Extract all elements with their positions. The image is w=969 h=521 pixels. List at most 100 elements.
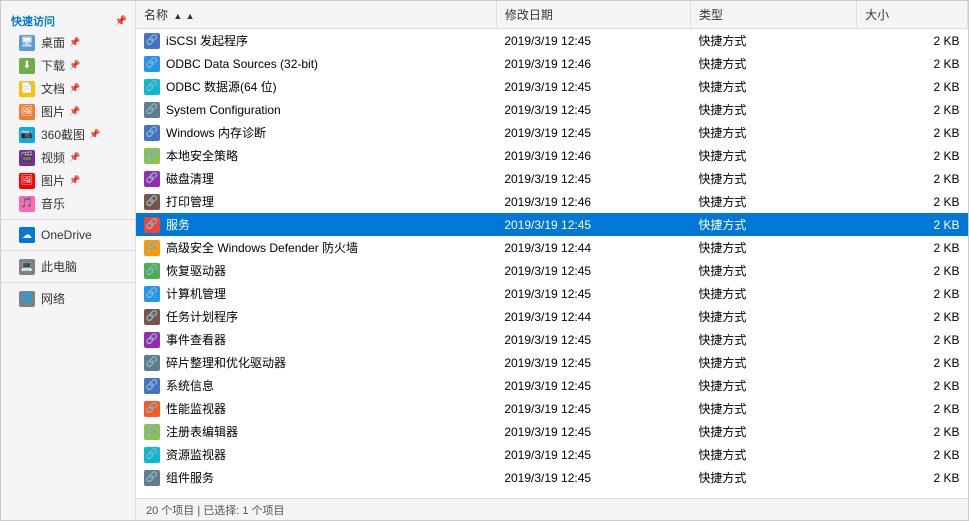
col-header-date[interactable]: 修改日期 — [496, 1, 690, 29]
file-type: 快捷方式 — [690, 351, 856, 374]
sidebar-item-desktop[interactable]: 🖥 桌面 📌 — [1, 31, 135, 54]
table-row[interactable]: 🔗恢复驱动器2019/3/19 12:45快捷方式2 KB — [136, 259, 968, 282]
file-icon: 🔗 — [144, 286, 160, 302]
file-date: 2019/3/19 12:45 — [496, 167, 690, 190]
table-row[interactable]: 🔗资源监视器2019/3/19 12:45快捷方式2 KB — [136, 443, 968, 466]
table-row[interactable]: 🔗任务计划程序2019/3/19 12:44快捷方式2 KB — [136, 305, 968, 328]
file-scroll[interactable]: 名称 ▲ 修改日期 类型 大小 — [136, 1, 968, 498]
file-name: 恢复驱动器 — [166, 262, 226, 279]
file-icon: 🔗 — [144, 355, 160, 371]
sidebar-item-pic[interactable]: 🖼 图片 📌 — [1, 100, 135, 123]
sidebar-item-this-pc[interactable]: 💻 此电脑 — [1, 255, 135, 278]
sidebar-item-onedrive[interactable]: ☁ OneDrive — [1, 224, 135, 246]
file-name: 打印管理 — [166, 193, 214, 210]
file-type: 快捷方式 — [690, 144, 856, 167]
sidebar-item-pic2[interactable]: 🖼 图片 📌 — [1, 169, 135, 192]
sidebar-item-360[interactable]: 📷 360截图 📌 — [1, 123, 135, 146]
file-date: 2019/3/19 12:45 — [496, 121, 690, 144]
file-type: 快捷方式 — [690, 121, 856, 144]
sort-arrow: ▲ — [173, 11, 182, 21]
sidebar-divider-1 — [1, 219, 135, 220]
file-icon: 🔗 — [144, 470, 160, 486]
table-row[interactable]: 🔗注册表编辑器2019/3/19 12:45快捷方式2 KB — [136, 420, 968, 443]
sidebar-item-network[interactable]: 🌐 网络 — [1, 287, 135, 310]
pin-icon: 📌 — [115, 16, 127, 27]
table-row[interactable]: 🔗打印管理2019/3/19 12:46快捷方式2 KB — [136, 190, 968, 213]
table-row[interactable]: 🔗系统信息2019/3/19 12:45快捷方式2 KB — [136, 374, 968, 397]
file-name: 注册表编辑器 — [166, 423, 238, 440]
table-row[interactable]: 🔗高级安全 Windows Defender 防火墙2019/3/19 12:4… — [136, 236, 968, 259]
table-row[interactable]: 🔗ODBC Data Sources (32-bit)2019/3/19 12:… — [136, 52, 968, 75]
table-row[interactable]: 🔗ODBC 数据源(64 位)2019/3/19 12:45快捷方式2 KB — [136, 75, 968, 98]
table-row[interactable]: 🔗计算机管理2019/3/19 12:45快捷方式2 KB — [136, 282, 968, 305]
file-type: 快捷方式 — [690, 167, 856, 190]
sidebar-item-music[interactable]: 🎵 音乐 — [1, 192, 135, 215]
file-name: iSCSI 发起程序 — [166, 32, 248, 49]
download-icon: ⬇ — [19, 58, 35, 74]
col-header-name[interactable]: 名称 ▲ — [136, 1, 496, 29]
sidebar-divider-3 — [1, 282, 135, 283]
file-size: 2 KB — [857, 443, 968, 466]
file-size: 2 KB — [857, 282, 968, 305]
360-icon: 📷 — [19, 127, 35, 143]
file-area: 名称 ▲ 修改日期 类型 大小 — [136, 1, 968, 520]
sidebar-item-doc[interactable]: 📄 文档 📌 — [1, 77, 135, 100]
file-name: 任务计划程序 — [166, 308, 238, 325]
file-name: ODBC Data Sources (32-bit) — [166, 57, 318, 71]
pin-icon: 📌 — [69, 60, 80, 71]
col-header-type[interactable]: 类型 — [690, 1, 856, 29]
file-date: 2019/3/19 12:45 — [496, 374, 690, 397]
sidebar-item-download[interactable]: ⬇ 下载 📌 — [1, 54, 135, 77]
file-list: 🔗iSCSI 发起程序2019/3/19 12:45快捷方式2 KB🔗ODBC … — [136, 29, 968, 490]
sidebar-quick-access-header[interactable]: 快速访问 📌 — [1, 9, 135, 31]
table-row[interactable]: 🔗Windows 内存诊断2019/3/19 12:45快捷方式2 KB — [136, 121, 968, 144]
table-row[interactable]: 🔗磁盘清理2019/3/19 12:45快捷方式2 KB — [136, 167, 968, 190]
file-size: 2 KB — [857, 259, 968, 282]
file-icon: 🔗 — [144, 424, 160, 440]
quick-access-label: 快速访问 — [11, 13, 55, 29]
file-size: 2 KB — [857, 75, 968, 98]
table-row[interactable]: 🔗本地安全策略2019/3/19 12:46快捷方式2 KB — [136, 144, 968, 167]
table-row[interactable]: 🔗System Configuration2019/3/19 12:45快捷方式… — [136, 98, 968, 121]
file-name: 碎片整理和优化驱动器 — [166, 354, 286, 371]
file-type: 快捷方式 — [690, 443, 856, 466]
table-row[interactable]: 🔗性能监视器2019/3/19 12:45快捷方式2 KB — [136, 397, 968, 420]
file-size: 2 KB — [857, 167, 968, 190]
music-icon: 🎵 — [19, 196, 35, 212]
col-header-size[interactable]: 大小 — [857, 1, 968, 29]
file-date: 2019/3/19 12:45 — [496, 443, 690, 466]
file-size: 2 KB — [857, 144, 968, 167]
table-header-row: 名称 ▲ 修改日期 类型 大小 — [136, 1, 968, 29]
file-date: 2019/3/19 12:45 — [496, 98, 690, 121]
table-row[interactable]: 🔗事件查看器2019/3/19 12:45快捷方式2 KB — [136, 328, 968, 351]
file-type: 快捷方式 — [690, 98, 856, 121]
file-type: 快捷方式 — [690, 75, 856, 98]
file-type: 快捷方式 — [690, 397, 856, 420]
sidebar-item-video[interactable]: 🎬 视频 📌 — [1, 146, 135, 169]
file-icon: 🔗 — [144, 401, 160, 417]
file-icon: 🔗 — [144, 217, 160, 233]
onedrive-icon: ☁ — [19, 227, 35, 243]
file-icon: 🔗 — [144, 332, 160, 348]
file-date: 2019/3/19 12:45 — [496, 351, 690, 374]
file-size: 2 KB — [857, 374, 968, 397]
pic2-icon: 🖼 — [19, 173, 35, 189]
file-name: ODBC 数据源(64 位) — [166, 78, 277, 95]
pin-icon: 📌 — [69, 83, 80, 94]
pin-icon: 📌 — [89, 129, 100, 140]
file-type: 快捷方式 — [690, 52, 856, 75]
file-icon: 🔗 — [144, 79, 160, 95]
table-row[interactable]: 🔗服务2019/3/19 12:45快捷方式2 KB — [136, 213, 968, 236]
table-row[interactable]: 🔗iSCSI 发起程序2019/3/19 12:45快捷方式2 KB — [136, 29, 968, 53]
file-size: 2 KB — [857, 213, 968, 236]
pc-icon: 💻 — [19, 259, 35, 275]
file-icon: 🔗 — [144, 194, 160, 210]
file-icon: 🔗 — [144, 33, 160, 49]
pin-icon: 📌 — [69, 106, 80, 117]
file-size: 2 KB — [857, 190, 968, 213]
file-type: 快捷方式 — [690, 236, 856, 259]
file-type: 快捷方式 — [690, 282, 856, 305]
file-icon: 🔗 — [144, 56, 160, 72]
table-row[interactable]: 🔗碎片整理和优化驱动器2019/3/19 12:45快捷方式2 KB — [136, 351, 968, 374]
table-row[interactable]: 🔗组件服务2019/3/19 12:45快捷方式2 KB — [136, 466, 968, 489]
